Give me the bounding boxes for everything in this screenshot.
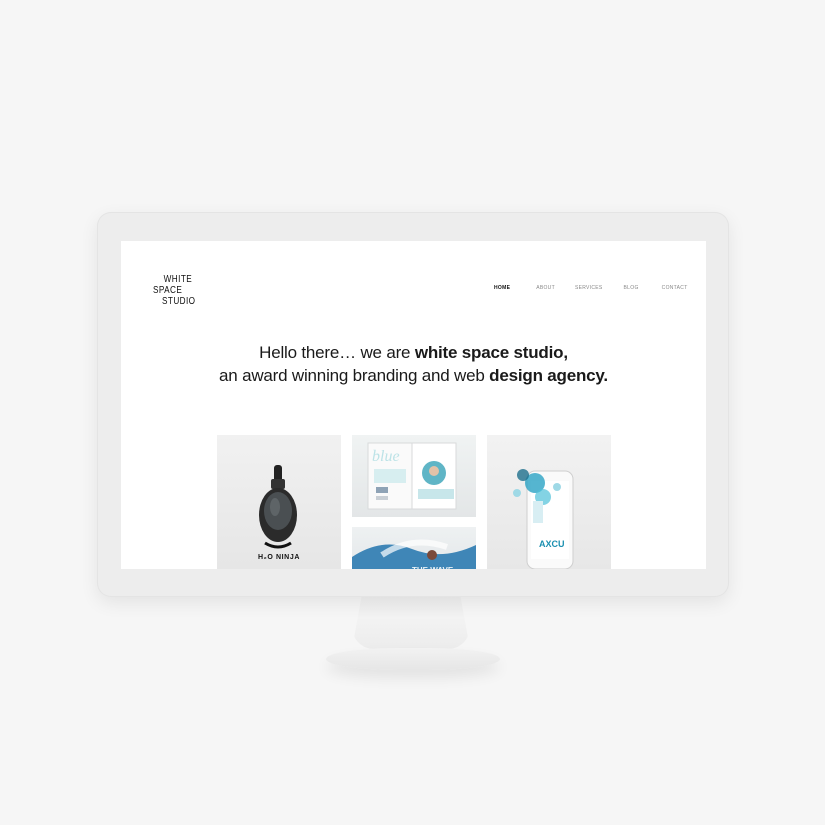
snorkel-mask-image (259, 465, 297, 549)
nav-item-home[interactable]: HOME (494, 285, 510, 291)
site-logo[interactable]: WHITE SPACE STUDIO (153, 274, 195, 307)
portfolio-tile-surf[interactable]: THE WAVE (352, 527, 476, 569)
portfolio-tile-snorkel[interactable]: H₂O NINJA (217, 435, 341, 569)
hero-line-2-regular: an award winning branding and web (219, 366, 490, 385)
hero-line-1-regular: Hello there… we are (259, 343, 415, 362)
portfolio-tile-magazine[interactable]: blue (352, 435, 476, 517)
app-logo-axcu: AXCU (539, 539, 565, 549)
hero-line-1: Hello there… we are white space studio, (121, 341, 706, 364)
tile-caption-h2o: H₂O NINJA (258, 554, 300, 561)
nav-item-about[interactable]: ABOUT (536, 285, 555, 291)
svg-text:blue: blue (372, 448, 400, 465)
hero-line-1-bold: white space studio, (414, 343, 568, 362)
svg-text:THE WAVE: THE WAVE (412, 566, 454, 569)
nav-item-blog[interactable]: BLOG (624, 285, 639, 291)
main-nav: HOME ABOUT SERVICES BLOG CONTACT (494, 285, 688, 291)
hero-line-2: an award winning branding and web design… (121, 364, 706, 387)
logo-line-2: SPACE (153, 285, 183, 296)
monitor-frame: WHITE SPACE STUDIO HOME ABOUT SERVICES B… (97, 212, 729, 597)
monitor-stand-base (326, 648, 500, 670)
hero-headline: Hello there… we are white space studio, … (121, 341, 706, 387)
portfolio-tile-app[interactable]: AXCU (487, 435, 611, 569)
logo-line-1: WHITE (163, 274, 193, 285)
magazine-spread-image: blue (367, 442, 457, 510)
hero-line-2-bold: design agency. (489, 366, 608, 385)
nav-item-contact[interactable]: CONTACT (662, 285, 688, 291)
logo-line-3: STUDIO (162, 296, 196, 307)
nav-item-services[interactable]: SERVICES (575, 285, 603, 291)
monitor-stand-neck (352, 597, 470, 649)
website-screen: WHITE SPACE STUDIO HOME ABOUT SERVICES B… (121, 241, 706, 569)
surf-image: THE WAVE (352, 539, 476, 569)
